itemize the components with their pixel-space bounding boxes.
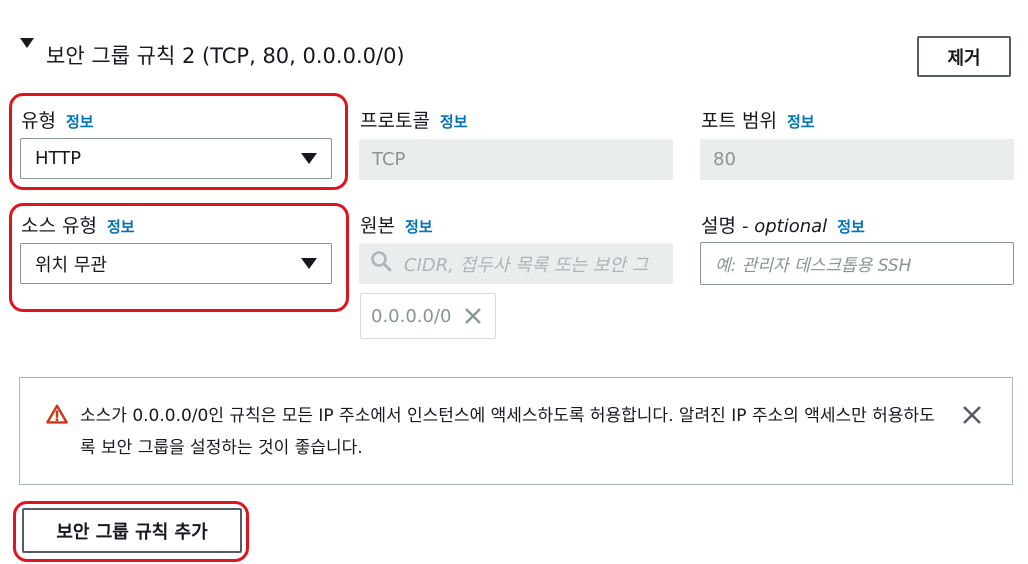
protocol-label: 프로토콜 (360, 110, 430, 132)
source-label: 원본 (360, 215, 395, 237)
search-icon (370, 250, 392, 277)
description-placeholder: 예: 관리자 데스크톱용 SSH (715, 256, 912, 276)
warning-triangle-icon (46, 404, 68, 428)
close-icon[interactable] (464, 307, 482, 325)
add-security-group-rule-button[interactable]: 보안 그룹 규칙 추가 (22, 508, 242, 553)
optional-marker: - optional (742, 216, 828, 237)
port-range-field: 80 (700, 139, 1014, 180)
protocol-field: TCP (359, 139, 673, 180)
source-type-label: 소스 유형 (21, 215, 97, 237)
type-select-value: HTTP (35, 148, 82, 169)
description-info-link[interactable]: 정보 (837, 216, 865, 237)
source-token-value: 0.0.0.0/0 (371, 305, 452, 327)
port-range-value: 80 (713, 149, 736, 170)
description-input[interactable]: 예: 관리자 데스크톱용 SSH (700, 242, 1014, 285)
warning-message: 소스가 0.0.0.0/0인 규칙은 모든 IP 주소에서 인스턴스에 액세스하… (80, 406, 935, 458)
security-group-rule-panel: 보안 그룹 규칙 2 (TCP, 80, 0.0.0.0/0) 제거 유형 정보… (0, 0, 1028, 564)
source-type-info-link[interactable]: 정보 (107, 216, 135, 237)
protocol-value: TCP (372, 149, 406, 170)
description-label-row: 설명 - optional 정보 (701, 211, 865, 238)
triangle-down-icon (301, 258, 317, 269)
rule-title: 보안 그룹 규칙 2 (TCP, 80, 0.0.0.0/0) (46, 44, 405, 68)
source-type-select[interactable]: 위치 무관 (20, 243, 332, 284)
protocol-info-link[interactable]: 정보 (440, 111, 468, 132)
source-type-label-row: 소스 유형 정보 (21, 211, 135, 238)
description-label: 설명 - optional (701, 215, 828, 237)
source-cidr-token: 0.0.0.0/0 (360, 293, 496, 339)
port-range-label: 포트 범위 (701, 110, 777, 132)
source-type-select-value: 위치 무관 (35, 254, 107, 276)
port-range-label-row: 포트 범위 정보 (701, 106, 815, 133)
source-search-placeholder: CIDR, 접두사 목록 또는 보안 그 (404, 254, 649, 276)
triangle-down-icon (301, 153, 317, 164)
type-info-link[interactable]: 정보 (66, 111, 94, 132)
port-range-info-link[interactable]: 정보 (787, 111, 815, 132)
close-icon[interactable] (962, 405, 982, 429)
type-label-row: 유형 정보 (21, 106, 94, 133)
source-search-input[interactable]: CIDR, 접두사 목록 또는 보안 그 (359, 243, 673, 284)
type-label: 유형 (21, 110, 56, 132)
collapse-caret-icon[interactable] (20, 38, 34, 48)
type-select[interactable]: HTTP (20, 138, 332, 179)
source-label-row: 원본 정보 (360, 211, 433, 238)
protocol-label-row: 프로토콜 정보 (360, 106, 468, 133)
source-info-link[interactable]: 정보 (405, 216, 433, 237)
remove-rule-button[interactable]: 제거 (917, 36, 1011, 77)
